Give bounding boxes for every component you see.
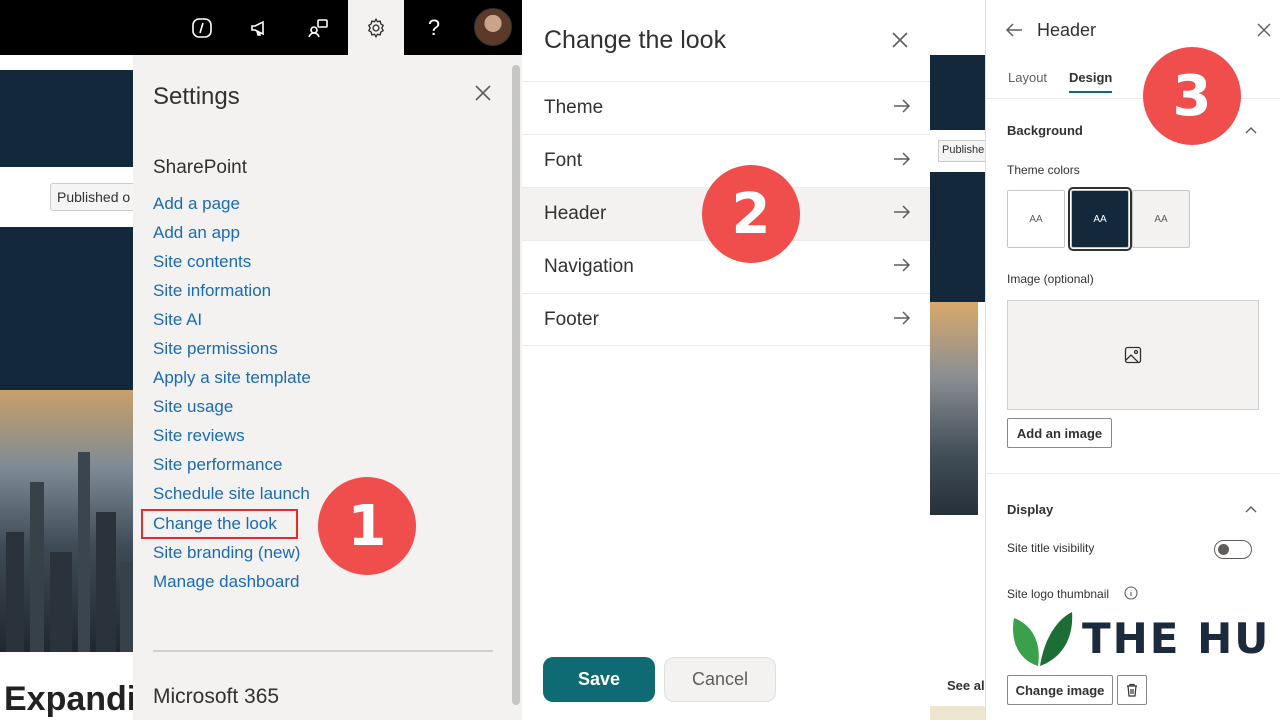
change-image-button[interactable]: Change image [1007,675,1113,705]
step-badge-2: 2 [702,165,800,263]
change-the-look-panel: Change the look Theme Font Header Naviga… [522,0,930,720]
people-chat-icon[interactable] [290,0,346,55]
header-panel-title: Header [1037,20,1097,40]
image-icon [1124,346,1142,364]
add-image-button[interactable]: Add an image [1007,418,1112,448]
link-add-a-page[interactable]: Add a page [153,194,240,214]
sharepoint-heading: SharePoint [153,157,248,178]
site-title-visibility-toggle[interactable] [1214,540,1252,559]
theme-swatch-white[interactable]: AA [1007,190,1065,248]
arrow-right-icon [894,205,911,219]
menu-item-label: Font [544,150,583,171]
hero-banner-lower [0,227,135,390]
link-schedule-site-launch[interactable]: Schedule site launch [153,484,310,504]
close-icon[interactable] [471,81,495,105]
link-site-usage[interactable]: Site usage [153,397,233,417]
link-site-performance[interactable]: Site performance [153,455,282,475]
link-site-ai[interactable]: Site AI [153,310,202,330]
site-logo-text: THE HU [1082,614,1271,663]
link-change-the-look[interactable]: Change the look [153,514,277,534]
close-icon[interactable] [888,28,912,52]
city-image [930,302,978,515]
hero-banner [0,70,135,167]
arrow-right-icon [894,152,911,166]
hero-banner-lower [930,172,985,302]
code-icon[interactable] [174,0,230,55]
save-button[interactable]: Save [543,657,655,702]
avatar[interactable] [474,8,512,46]
link-site-branding[interactable]: Site branding (new) [153,543,300,563]
link-apply-site-template[interactable]: Apply a site template [153,368,311,388]
menu-item-label: Header [544,203,607,224]
step-badge-3: 3 [1143,47,1241,145]
link-add-an-app[interactable]: Add an app [153,223,240,243]
trash-icon [1127,683,1137,697]
card-strip [930,706,985,720]
theme-colors-label: Theme colors [1007,163,1080,177]
image-optional-label: Image (optional) [1007,272,1094,286]
step-badge-1: 1 [318,477,416,575]
background-section-title: Background [1007,123,1083,138]
menu-item-label: Theme [544,97,604,118]
theme-swatch-dark[interactable]: AA [1068,187,1132,251]
link-site-information[interactable]: Site information [153,281,271,301]
arrow-right-icon [894,99,911,113]
chevron-up-icon[interactable] [1244,502,1258,516]
arrow-right-icon [894,311,911,325]
chevron-up-icon[interactable] [1244,123,1258,137]
back-arrow-icon[interactable] [1002,18,1026,42]
leaf-logo-icon [1013,612,1073,666]
megaphone-icon[interactable] [232,0,288,55]
image-dropzone[interactable] [1007,300,1259,410]
menu-item-label: Navigation [544,256,634,277]
see-all-link[interactable]: See all [947,678,988,693]
page-title: Expandir [4,680,150,718]
hero-banner [930,55,985,130]
site-title-visibility-label: Site title visibility [1007,541,1095,555]
divider [986,473,1280,474]
menu-item-label: Footer [544,308,599,330]
published-tag: Published o [50,183,140,211]
toggle-knob [1218,544,1229,555]
link-manage-dashboard[interactable]: Manage dashboard [153,572,300,592]
settings-title: Settings [153,83,240,110]
link-site-reviews[interactable]: Site reviews [153,426,245,446]
settings-panel: Settings SharePoint Add a page Add an ap… [133,55,522,720]
link-site-permissions[interactable]: Site permissions [153,339,278,359]
display-section-title: Display [1007,502,1054,517]
tab-layout[interactable]: Layout [1008,70,1047,91]
cancel-button[interactable]: Cancel [664,657,776,702]
microsoft-365-heading: Microsoft 365 [153,685,280,708]
city-image [0,390,135,652]
tab-design[interactable]: Design [1069,70,1113,93]
published-tag: Publishe [938,140,988,162]
link-site-contents[interactable]: Site contents [153,252,251,272]
change-the-look-title: Change the look [544,26,727,54]
menu-item-theme[interactable]: Theme [522,81,930,134]
help-icon[interactable]: ? [406,0,462,55]
site-logo-thumbnail-label: Site logo thumbnail [1007,587,1110,601]
arrow-right-icon [894,258,911,272]
header-panel: Header Layout Design Background Theme co… [985,0,1280,720]
menu-item-footer[interactable]: Footer [522,293,930,346]
info-icon[interactable] [1124,586,1138,600]
screen: ? Published o Expandir Settings SharePoi… [0,0,1280,720]
divider [153,650,493,652]
delete-button[interactable] [1117,675,1147,705]
scrollbar[interactable] [512,65,520,705]
close-icon[interactable] [1252,18,1276,42]
theme-swatch-light[interactable]: AA [1132,190,1190,248]
gear-icon[interactable] [348,0,404,55]
